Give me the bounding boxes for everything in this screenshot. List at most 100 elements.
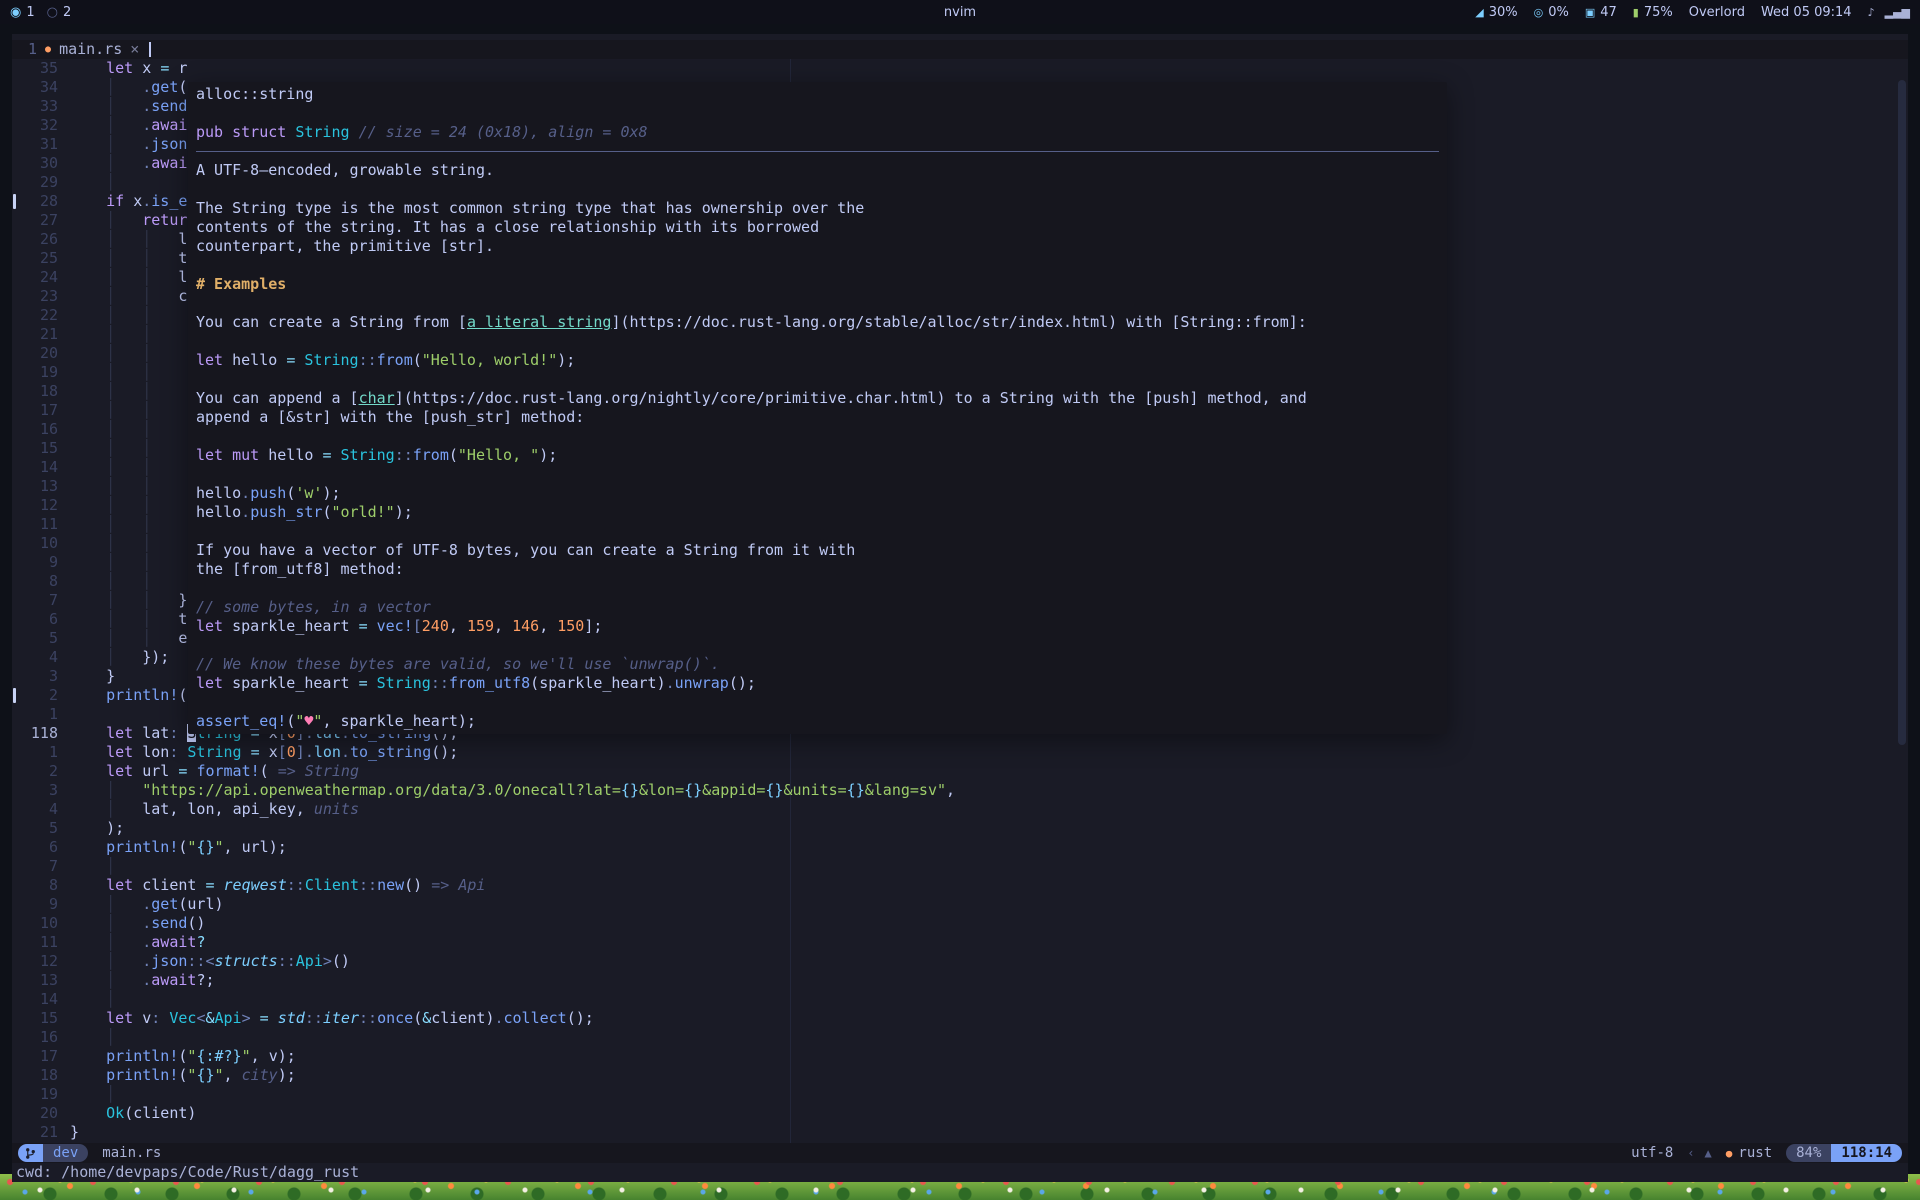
git-branch-icon — [18, 1144, 43, 1162]
code-text: │ │ — [70, 439, 151, 457]
git-branch-name[interactable]: dev — [43, 1144, 89, 1162]
indent-guide: │ — [106, 781, 116, 799]
code-line[interactable]: 17 println!("{:#?}", v); — [12, 1047, 1908, 1066]
token: # Examples — [196, 275, 287, 293]
token: The String type is the most common strin… — [196, 199, 865, 217]
scrollbar[interactable] — [1898, 80, 1906, 745]
token: 240 — [421, 617, 449, 635]
code-line[interactable]: 1 let lon: String = x[0].lon.to_string()… — [12, 743, 1908, 762]
token: let — [106, 876, 143, 894]
token: [ — [412, 617, 422, 635]
code-line[interactable]: 3 │ "https://api.openweathermap.org/data… — [12, 781, 1908, 800]
indent-guide: │ — [106, 933, 116, 951]
tray-icon[interactable]: ♪ — [1868, 6, 1875, 19]
doc-line — [196, 332, 1439, 351]
token: ) — [656, 674, 666, 692]
token: let — [106, 59, 143, 77]
indent-guide: │ — [106, 230, 116, 248]
token: contents of the string. It has a close r… — [196, 218, 820, 236]
code-line[interactable]: 6 println!("{}", url); — [12, 838, 1908, 857]
indent-guide: │ — [106, 306, 116, 324]
token: new — [377, 876, 405, 894]
doc-line: You can create a String from [a literal … — [196, 313, 1439, 332]
code-text: │ │ — [70, 382, 151, 400]
filetype-indicator: ● rust — [1726, 1145, 1772, 1161]
code-line[interactable]: 4 │ lat, lon, api_key, units — [12, 800, 1908, 819]
tab-main-rs[interactable]: 1 ● main.rs × — [18, 40, 149, 59]
doc-line: alloc::string — [196, 85, 1439, 104]
indent-guide: │ — [106, 287, 116, 305]
code-line[interactable]: 9 │ .get(url) — [12, 895, 1908, 914]
code-line[interactable]: 10 │ .send() — [12, 914, 1908, 933]
token: :: — [394, 446, 413, 464]
code-line[interactable]: 18 println!("{}", city); — [12, 1066, 1908, 1085]
code-line[interactable]: 20 Ok(client) — [12, 1104, 1908, 1123]
code-text: │ │ — [70, 306, 151, 324]
code-line[interactable]: 16 │ — [12, 1028, 1908, 1047]
token: let — [196, 446, 233, 464]
code-line[interactable]: 13 │ .await?; — [12, 971, 1908, 990]
code-text: let v: Vec<&Api> = std::iter::once(&clie… — [70, 1009, 594, 1027]
token: format! — [196, 762, 260, 780]
token: . — [241, 484, 251, 502]
code-line[interactable]: 5 ); — [12, 819, 1908, 838]
token: . — [142, 97, 152, 115]
token: x — [133, 192, 143, 210]
token: ::< — [187, 952, 215, 970]
indent-guide: │ — [142, 420, 152, 438]
line-number: 17 — [39, 1047, 58, 1065]
status-item-icon: ◎ — [1533, 5, 1544, 19]
token: structs — [214, 952, 278, 970]
token: :: — [277, 952, 296, 970]
indent-guide: │ — [106, 496, 116, 514]
workspace-button[interactable]: ◉ 1 — [10, 5, 35, 20]
token: Client — [304, 876, 359, 894]
code-line[interactable]: 7 │ — [12, 857, 1908, 876]
code-line[interactable]: 35 let x = r — [12, 59, 1908, 78]
token: to_string — [349, 743, 432, 761]
token: hello — [268, 446, 323, 464]
code-line[interactable]: 19 │ — [12, 1085, 1908, 1104]
token: . — [304, 743, 314, 761]
doc-link[interactable]: char — [359, 389, 395, 407]
tray-icon[interactable]: ▂▄▆ — [1885, 6, 1910, 19]
command-line[interactable]: cwd: /home/devpaps/Code/Rust/dagg_rust — [12, 1163, 1908, 1182]
code-line[interactable]: 2 let url = format!( => String — [12, 762, 1908, 781]
line-number: 11 — [39, 933, 58, 951]
token: . — [142, 971, 152, 989]
indent-guide: │ — [142, 572, 152, 590]
line-number: 6 — [48, 838, 58, 856]
code-line[interactable]: 14 │ — [12, 990, 1908, 1009]
indent-guide: │ — [106, 401, 116, 419]
code-line[interactable]: 11 │ .await? — [12, 933, 1908, 952]
token: (); — [566, 1009, 594, 1027]
token: units — [313, 800, 359, 818]
workspace-button[interactable]: ○ 2 — [47, 5, 72, 20]
indent-guide: │ — [142, 477, 152, 495]
code-line[interactable]: 21} — [12, 1123, 1908, 1142]
code-text: │ │ } — [70, 591, 187, 609]
code-text: │ │ — [70, 420, 151, 438]
code-text: let url = format!( => String — [70, 762, 359, 780]
code-line[interactable]: 15 let v: Vec<&Api> = std::iter::once(&c… — [12, 1009, 1908, 1028]
token: // size = 24 (0x18), align = 0x8 — [358, 123, 648, 141]
line-number: 1 — [48, 743, 58, 761]
code-line[interactable]: 12 │ .json::<structs::Api>() — [12, 952, 1908, 971]
doc-link[interactable]: a literal string — [467, 313, 612, 331]
line-number: 118 — [30, 724, 58, 742]
git-sign-icon — [13, 688, 16, 703]
tab-close-icon[interactable]: × — [130, 40, 139, 59]
code-line[interactable]: 8 let client = reqwest::Client::new() =>… — [12, 876, 1908, 895]
